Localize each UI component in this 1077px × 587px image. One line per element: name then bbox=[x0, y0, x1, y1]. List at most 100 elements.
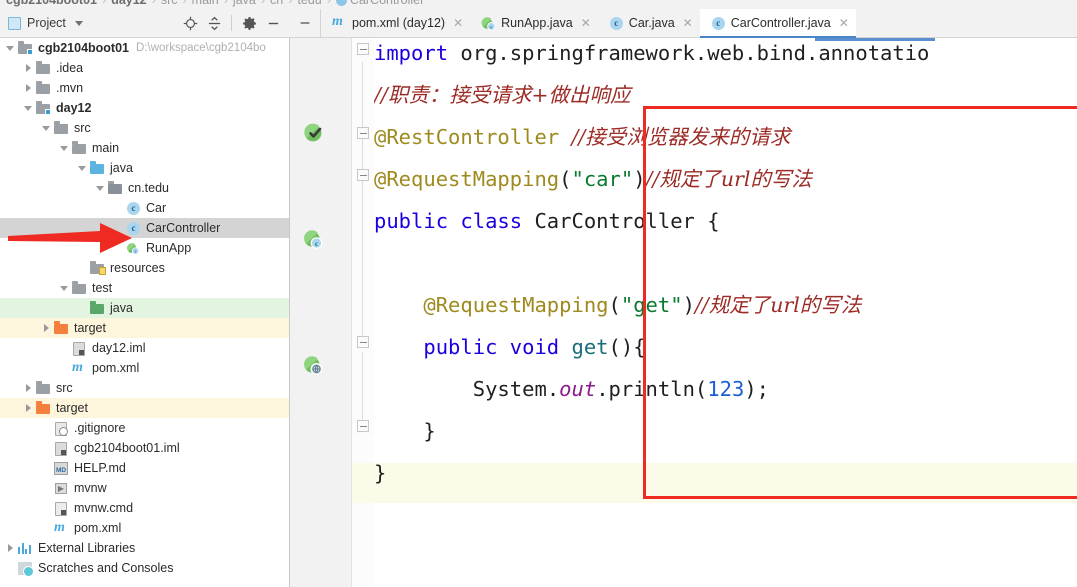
editor-minimize-icon[interactable] bbox=[290, 9, 321, 37]
tree-node-label: day12.iml bbox=[92, 340, 146, 355]
tree-node-test[interactable]: test bbox=[0, 278, 289, 298]
editor-tab-runapp-java[interactable]: c RunApp.java ✕ bbox=[470, 9, 598, 37]
minimize-icon[interactable] bbox=[262, 12, 284, 34]
chevron-down-icon[interactable] bbox=[74, 20, 83, 26]
tree-node--idea[interactable]: .idea bbox=[0, 58, 289, 78]
close-icon[interactable]: ✕ bbox=[839, 16, 849, 30]
project-tree[interactable]: cgb2104boot01 D:\workspace\cgb2104bo .idea… bbox=[0, 38, 289, 587]
tree-node-cgb2104boot01-iml[interactable]: cgb2104boot01.iml bbox=[0, 438, 289, 458]
tree-node-carcontroller[interactable]: c CarController bbox=[0, 218, 289, 238]
iml-file-icon bbox=[54, 441, 69, 456]
fold-marker-annotation-1[interactable] bbox=[357, 127, 369, 139]
folder-icon bbox=[36, 81, 51, 96]
code-token: .println( bbox=[596, 377, 708, 401]
chevron-down-icon[interactable] bbox=[60, 284, 69, 293]
tree-node-src[interactable]: src bbox=[0, 378, 289, 398]
close-icon[interactable]: ✕ bbox=[453, 16, 463, 30]
editor-gutter[interactable]: c bbox=[290, 38, 352, 587]
breadcrumb-item-tedu[interactable]: tedu bbox=[297, 0, 321, 7]
spring-bean-class-icon[interactable]: c bbox=[303, 229, 325, 251]
chevron-right-icon[interactable] bbox=[24, 84, 33, 93]
breadcrumb-item-day12[interactable]: day12 bbox=[111, 0, 146, 7]
tree-node-external-libraries[interactable]: External Libraries bbox=[0, 538, 289, 558]
code-line: @RequestMapping("get")//规定了url的写法 bbox=[374, 284, 861, 326]
gear-icon[interactable] bbox=[238, 12, 260, 34]
code-content[interactable]: import org.springframework.web.bind.anno… bbox=[374, 38, 1077, 587]
tree-node-target[interactable]: target bbox=[0, 398, 289, 418]
close-icon[interactable]: ✕ bbox=[581, 16, 591, 30]
breadcrumb-item-cn[interactable]: cn bbox=[270, 0, 283, 7]
chevron-down-icon[interactable] bbox=[6, 44, 15, 53]
tree-node-car[interactable]: c Car bbox=[0, 198, 289, 218]
tree-node-help-md[interactable]: MD HELP.md bbox=[0, 458, 289, 478]
editor-tab-pom-xml-day12-[interactable]: m pom.xml (day12) ✕ bbox=[321, 9, 470, 37]
fold-marker-class-end[interactable] bbox=[357, 420, 369, 432]
breadcrumb-separator: › bbox=[326, 0, 331, 7]
tree-node-runapp[interactable]: c RunApp bbox=[0, 238, 289, 258]
tree-node-label: cn.tedu bbox=[128, 180, 170, 195]
chevron-right-icon[interactable] bbox=[24, 404, 33, 413]
chevron-down-icon[interactable] bbox=[60, 144, 69, 153]
code-token: ( bbox=[559, 167, 572, 191]
module-folder-icon bbox=[36, 101, 51, 116]
tree-node-label: Scratches and Consoles bbox=[38, 560, 174, 575]
tree-node--mvn[interactable]: .mvn bbox=[0, 78, 289, 98]
code-token: ) bbox=[682, 293, 695, 317]
chevron-down-icon[interactable] bbox=[78, 164, 87, 173]
editor-area: m pom.xml (day12) ✕ c RunApp.java ✕ c Car.java ✕… bbox=[290, 9, 1077, 587]
tree-node-main[interactable]: main bbox=[0, 138, 289, 158]
breadcrumb-item-main[interactable]: main bbox=[192, 0, 219, 7]
collapse-all-icon[interactable] bbox=[203, 12, 225, 34]
tree-node-pom-xml[interactable]: m pom.xml bbox=[0, 358, 289, 378]
chevron-down-icon[interactable] bbox=[24, 104, 33, 113]
tree-node-pom-xml[interactable]: m pom.xml bbox=[0, 518, 289, 538]
spring-request-mapping-icon[interactable] bbox=[303, 355, 325, 377]
breadcrumb-item-java[interactable]: java bbox=[233, 0, 256, 7]
tree-node-target[interactable]: target bbox=[0, 318, 289, 338]
fold-marker-import[interactable] bbox=[357, 43, 369, 55]
breadcrumb-item-cgb2104boot01[interactable]: cgb2104boot01 bbox=[6, 0, 97, 7]
tree-node-java[interactable]: java bbox=[0, 158, 289, 178]
fold-marker-annotation-2[interactable] bbox=[357, 169, 369, 181]
fold-marker-method[interactable] bbox=[357, 336, 369, 348]
breadcrumb-item-src[interactable]: src bbox=[161, 0, 178, 7]
tree-node-mvnw-cmd[interactable]: mvnw.cmd bbox=[0, 498, 289, 518]
excluded-folder-icon bbox=[36, 401, 51, 416]
tree-node-label: .mvn bbox=[56, 80, 84, 95]
chevron-right-icon[interactable] bbox=[42, 324, 51, 333]
breadcrumb-separator: › bbox=[182, 0, 187, 7]
locate-icon[interactable] bbox=[179, 12, 201, 34]
tree-node-cgb2104boot01[interactable]: cgb2104boot01 D:\workspace\cgb2104bo bbox=[0, 38, 289, 58]
project-title-button[interactable]: Project bbox=[8, 16, 83, 30]
editor-tab-car-java[interactable]: c Car.java ✕ bbox=[598, 9, 700, 37]
chevron-right-icon[interactable] bbox=[6, 544, 15, 553]
code-token: //职责：接受请求+做出响应 bbox=[374, 83, 631, 107]
chevron-right-icon[interactable] bbox=[24, 64, 33, 73]
breadcrumb-separator: › bbox=[223, 0, 228, 7]
editor-fold-column[interactable] bbox=[352, 38, 374, 587]
maven-file-icon: m bbox=[332, 13, 343, 29]
tree-node--gitignore[interactable]: .gitignore bbox=[0, 418, 289, 438]
chevron-down-icon[interactable] bbox=[42, 124, 51, 133]
tree-node-mvnw[interactable]: ▶ mvnw bbox=[0, 478, 289, 498]
tree-node-day12-iml[interactable]: day12.iml bbox=[0, 338, 289, 358]
tree-node-label: java bbox=[110, 300, 133, 315]
spring-bean-check-icon[interactable] bbox=[303, 122, 325, 144]
tree-node-scratches-and-consoles[interactable]: Scratches and Consoles bbox=[0, 558, 289, 578]
tree-node-src[interactable]: src bbox=[0, 118, 289, 138]
tree-node-resources[interactable]: resources bbox=[0, 258, 289, 278]
chevron-right-icon[interactable] bbox=[24, 384, 33, 393]
editor-tab-carcontroller-java[interactable]: c CarController.java ✕ bbox=[699, 9, 856, 38]
tree-node-cn-tedu[interactable]: cn.tedu bbox=[0, 178, 289, 198]
tree-node-java[interactable]: java bbox=[0, 298, 289, 318]
markdown-file-icon: MD bbox=[54, 461, 69, 476]
chevron-down-icon[interactable] bbox=[96, 184, 105, 193]
close-icon[interactable]: ✕ bbox=[683, 16, 693, 30]
breadcrumb-item-carcontroller[interactable]: CarController bbox=[350, 0, 424, 7]
tree-node-day12[interactable]: day12 bbox=[0, 98, 289, 118]
